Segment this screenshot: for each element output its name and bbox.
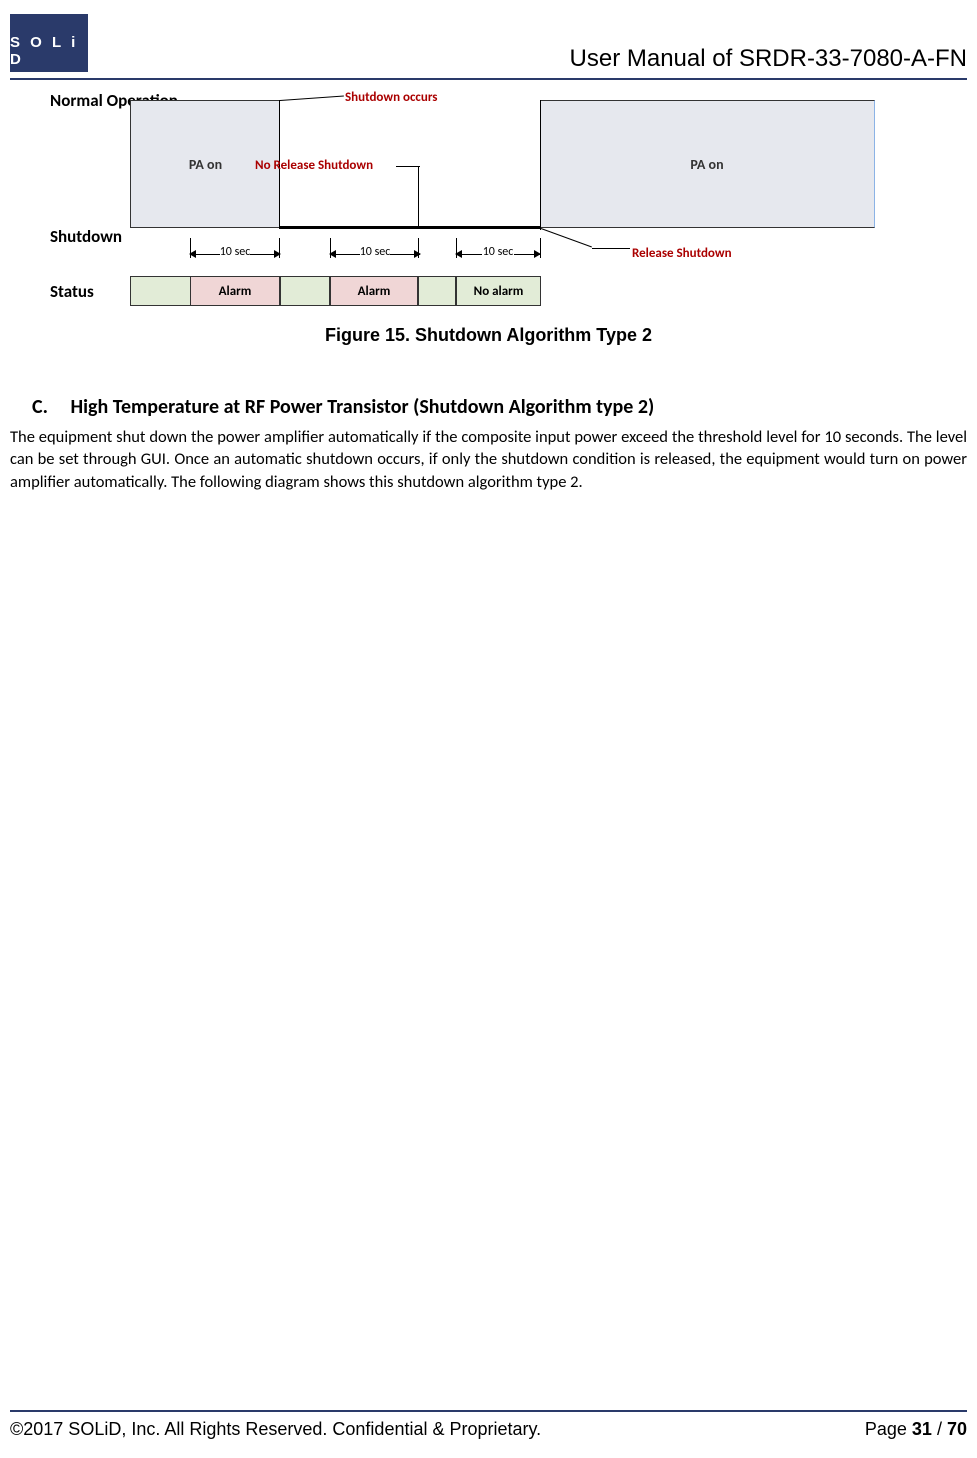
status-segment [280, 276, 330, 306]
document-title: User Manual of SRDR-33-7080-A-FN [570, 45, 967, 73]
status-label: No alarm [474, 284, 524, 299]
dimension-label: 10 sec [218, 245, 253, 259]
arrow-left-icon [189, 250, 196, 258]
leader-line [418, 166, 419, 228]
arrow-right-icon [274, 250, 281, 258]
footer-copyright: ©2017 SOLiD, Inc. All Rights Reserved. C… [10, 1419, 541, 1440]
logo: S O L i D [10, 14, 88, 72]
status-segment-noalarm: No alarm [456, 276, 541, 306]
arrow-right-icon [414, 250, 421, 258]
annotation-release: Release Shutdown [632, 246, 732, 261]
section-heading: C. High Temperature at RF Power Transist… [32, 395, 654, 419]
arrow-left-icon [329, 250, 336, 258]
arrow-right-icon [534, 250, 541, 258]
pa-on-label: PA on [690, 156, 723, 173]
shutdown-diagram: Normal Operation Shutdown Status PA on P… [0, 86, 977, 336]
shutdown-level-line [279, 226, 541, 229]
page-sep: / [932, 1419, 947, 1439]
figure-caption: Figure 15. Shutdown Algorithm Type 2 [0, 325, 977, 346]
dimension-10sec-2: 10 sec [330, 246, 420, 262]
pa-on-block-right: PA on [540, 100, 875, 228]
header-divider [10, 78, 967, 80]
status-label: Alarm [358, 284, 391, 299]
dimension-label: 10 sec [481, 245, 516, 259]
annotation-no-release: No Release Shutdown [255, 158, 373, 173]
leader-line [396, 166, 420, 167]
status-segment-alarm: Alarm [190, 276, 280, 306]
step-edge-up [540, 100, 541, 230]
dimension-10sec-1: 10 sec [190, 246, 280, 262]
footer-divider [10, 1410, 967, 1412]
page-current: 31 [912, 1419, 932, 1439]
annotation-shutdown-occurs: Shutdown occurs [345, 90, 438, 105]
diagram-row-label-status: Status [50, 281, 94, 302]
status-segment [418, 276, 456, 306]
page-prefix: Page [865, 1419, 912, 1439]
footer-page-number: Page 31 / 70 [865, 1419, 967, 1440]
pa-on-label: PA on [189, 156, 222, 173]
status-segment-alarm: Alarm [330, 276, 418, 306]
status-label: Alarm [219, 284, 252, 299]
leader-line [592, 248, 630, 249]
dimension-10sec-3: 10 sec [456, 246, 540, 262]
arrow-left-icon [455, 250, 462, 258]
leader-line [280, 96, 344, 101]
status-segment [130, 276, 190, 306]
page-total: 70 [947, 1419, 967, 1439]
diagram-row-label-shutdown: Shutdown [50, 226, 122, 247]
leader-line [541, 228, 592, 247]
section-title: High Temperature at RF Power Transistor … [71, 395, 655, 419]
dimension-label: 10 sec [358, 245, 393, 259]
section-number: C. [32, 395, 66, 419]
section-paragraph: The equipment shut down the power amplif… [10, 426, 967, 493]
